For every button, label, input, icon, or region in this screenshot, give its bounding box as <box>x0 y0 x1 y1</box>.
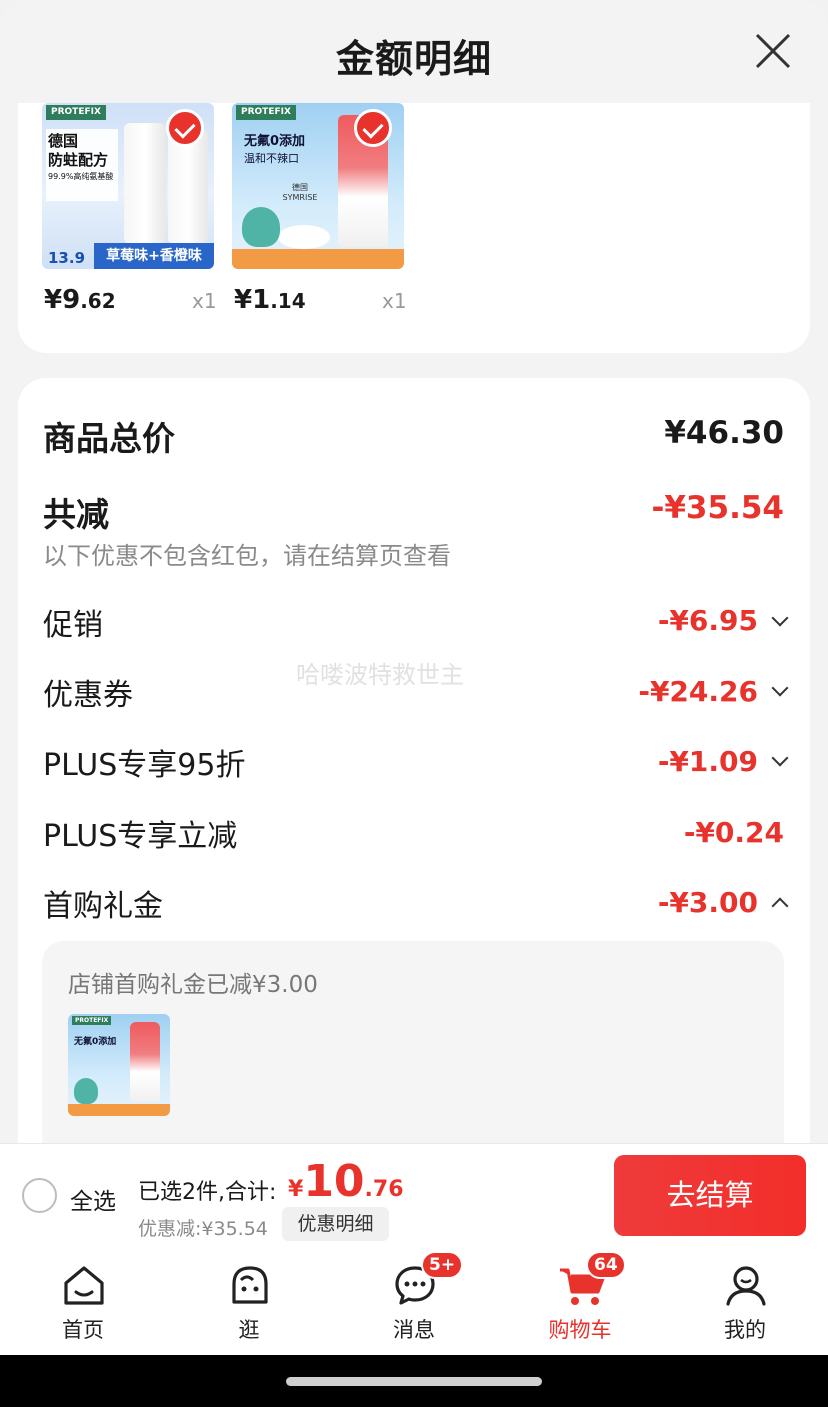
flavor-label: 草莓味+香橙味 <box>106 248 202 264</box>
row-value: -¥3.00 <box>657 886 758 919</box>
cart-badge: 64 <box>586 1251 626 1279</box>
promo-line: 99.9%高纯氨基酸 <box>48 172 114 181</box>
select-all-label[interactable]: 全选 <box>70 1182 116 1216</box>
bottom-tab-bar: 首页 逛 5+ 消息 64 购物车 我的 <box>0 1250 828 1355</box>
home-icon <box>64 1266 104 1305</box>
row-label: PLUS专享立减 <box>43 819 238 854</box>
promo-line: 德国 SYMRISE <box>282 183 318 202</box>
chevron-down-icon <box>771 609 789 627</box>
discount-summary: 优惠减:¥35.54 <box>138 1218 268 1240</box>
total-label: 商品总价 <box>43 419 175 458</box>
row-label: 促销 <box>43 608 103 643</box>
chevron-down-icon <box>771 749 789 767</box>
close-button[interactable] <box>752 30 794 72</box>
product-price: ¥9.62 <box>44 285 116 315</box>
discount-detail-button[interactable]: 优惠明细 <box>282 1207 389 1241</box>
cart-bottom-bar: 全选 已选2件,合计: ¥10.76 优惠减:¥35.54 优惠明细 去结算 <box>0 1143 828 1250</box>
gift-product-image: PROTEFIX 无氟0添加 <box>68 1014 170 1116</box>
amount-detail-sheet: 金额明细 PROTEFIX 德国 防蛀配方 99.9%高纯氨基酸 13.9 草莓… <box>0 0 828 1250</box>
row-label: 优惠券 <box>43 678 133 713</box>
watermark: 哈喽波特救世主 <box>296 661 464 689</box>
price-breakdown-card: 商品总价 ¥46.30 共减 -¥35.54 以下优惠不包含红包，请在结算页查看… <box>18 378 810 1250</box>
promo-line: 无氟0添加 <box>244 134 306 149</box>
small-price: 13.9 <box>48 249 86 267</box>
cart-total: ¥10.76 <box>288 1156 404 1207</box>
message-badge: 5+ <box>421 1251 464 1279</box>
brand-logo: PROTEFIX <box>236 105 296 120</box>
row-label: PLUS专享95折 <box>43 748 246 783</box>
sheet-title: 金额明细 <box>335 37 492 81</box>
row-value: -¥24.26 <box>638 675 758 708</box>
tab-home[interactable]: 首页 <box>0 1250 166 1355</box>
brand-logo: PROTEFIX <box>46 105 106 120</box>
gift-text: 店铺首购礼金已减¥3.00 <box>68 972 318 998</box>
product-image[interactable]: PROTEFIX 无氟0添加 温和不辣口 德国 SYMRISE <box>232 103 404 269</box>
promo-line: 温和不辣口 <box>244 152 299 165</box>
selected-count: 已选2件,合计: <box>138 1180 277 1205</box>
tab-profile[interactable]: 我的 <box>662 1250 828 1355</box>
product-image[interactable]: PROTEFIX 德国 防蛀配方 99.9%高纯氨基酸 13.9 草莓味+香橙味 <box>42 103 214 269</box>
sheet-header: 金额明细 <box>0 0 828 103</box>
select-all-radio[interactable] <box>22 1178 57 1213</box>
home-indicator[interactable] <box>286 1377 542 1386</box>
row-value: -¥1.09 <box>657 745 758 778</box>
chevron-down-icon <box>771 679 789 697</box>
product-list-card: PROTEFIX 德国 防蛀配方 99.9%高纯氨基酸 13.9 草莓味+香橙味… <box>18 103 810 353</box>
tab-messages[interactable]: 5+ 消息 <box>331 1250 497 1355</box>
reduce-value: -¥35.54 <box>651 490 785 526</box>
row-value: -¥0.24 <box>683 816 784 849</box>
profile-icon <box>726 1266 766 1306</box>
row-value: -¥6.95 <box>657 604 758 637</box>
chevron-up-icon <box>771 897 789 915</box>
tab-cart[interactable]: 64 购物车 <box>497 1250 663 1355</box>
total-value: ¥46.30 <box>664 415 784 451</box>
checkout-button[interactable]: 去结算 <box>614 1155 806 1236</box>
row-label: 首购礼金 <box>43 889 163 924</box>
system-gesture-area <box>0 1355 828 1407</box>
browse-icon <box>232 1266 268 1304</box>
reduce-label: 共减 <box>43 495 109 534</box>
promo-line: 德国 <box>48 132 79 150</box>
selected-check-icon <box>166 109 204 147</box>
product-qty: x1 <box>382 289 407 313</box>
product-qty: x1 <box>192 289 217 313</box>
tab-browse[interactable]: 逛 <box>166 1250 332 1355</box>
discount-note: 以下优惠不包含红包，请在结算页查看 <box>43 542 451 570</box>
product-price: ¥1.14 <box>234 285 306 315</box>
selected-check-icon <box>354 109 392 147</box>
close-icon <box>755 33 791 69</box>
promo-line: 防蛀配方 <box>48 151 109 169</box>
